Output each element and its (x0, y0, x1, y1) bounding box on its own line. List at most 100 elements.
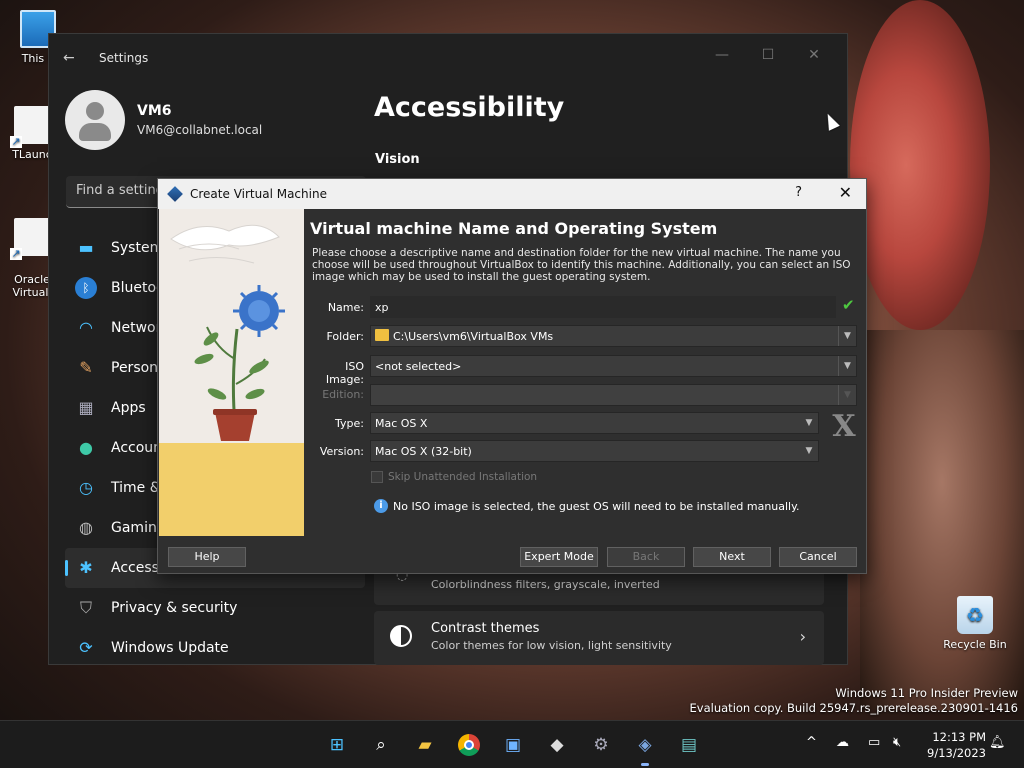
start-icon[interactable]: ⊞ (323, 731, 351, 759)
page-title: Accessibility (374, 92, 565, 123)
wallpaper-detail (850, 0, 990, 330)
sidebar-item-label: Time & (111, 480, 161, 496)
desktop-icon-label: Recycle Bin (943, 638, 1007, 651)
shortcut-icon (10, 106, 50, 148)
virtualbox-app-icon[interactable]: ▤ (675, 731, 703, 759)
chevron-down-icon[interactable]: ▼ (838, 326, 856, 346)
clock-time: 12:13 PM (932, 730, 986, 744)
sidebar-item-windows-update[interactable]: ⟳ Windows Update (65, 628, 365, 668)
expert-mode-button[interactable]: Expert Mode (520, 547, 598, 567)
recycle-bin-icon: ♻ (957, 596, 993, 634)
shortcut-icon (10, 218, 50, 260)
wizard-illustration (159, 209, 304, 536)
checkbox-box (371, 471, 383, 483)
user-profile[interactable]: VM6 VM6@collabnet.local (65, 90, 262, 150)
card-subtitle: Colorblindness filters, grayscale, inver… (431, 578, 660, 591)
apps-icon: ▦ (78, 398, 94, 417)
bluetooth-icon: ᛒ (75, 277, 97, 299)
section-heading: Vision (375, 152, 420, 167)
info-message: i No ISO image is selected, the guest OS… (374, 499, 800, 513)
taskbar-clock[interactable]: 12:13 PM 9/13/2023 (927, 729, 986, 761)
type-label: Type: (335, 417, 364, 430)
wizard-description: Please choose a descriptive name and des… (312, 247, 851, 283)
type-select[interactable]: Mac OS X ▼ (370, 412, 819, 434)
valid-check-icon: ✔ (842, 296, 855, 314)
edition-label: Edition: (322, 388, 364, 401)
wizard-heading: Virtual machine Name and Operating Syste… (310, 219, 718, 238)
avatar (65, 90, 125, 150)
help-icon[interactable]: ? (795, 185, 802, 200)
card-title: Contrast themes (431, 621, 540, 636)
minimize-icon[interactable]: — (699, 40, 745, 70)
iso-label: ISO Image: (325, 360, 364, 386)
accessibility-icon: ✱ (79, 558, 93, 577)
iso-select[interactable]: <not selected> ▼ (370, 355, 857, 377)
chevron-down-icon[interactable]: ▼ (800, 441, 818, 461)
folder-select[interactable]: C:\Users\vm6\VirtualBox VMs ▼ (370, 325, 857, 347)
wifi-icon: ◠ (79, 318, 93, 337)
chevron-down-icon[interactable]: ▼ (800, 413, 818, 433)
user-name: VM6 (137, 103, 172, 119)
dialog-title: Create Virtual Machine (190, 187, 327, 201)
iso-value: <not selected> (375, 360, 462, 373)
close-icon[interactable]: ✕ (839, 183, 852, 202)
display-icon[interactable]: ▭ (868, 735, 880, 750)
roblox-icon[interactable]: ◆ (543, 731, 571, 759)
windows-watermark: Windows 11 Pro Insider Preview Evaluatio… (690, 686, 1018, 716)
watermark-line1: Windows 11 Pro Insider Preview (835, 686, 1018, 700)
edition-select: ▼ (370, 384, 857, 406)
version-value: Mac OS X (32-bit) (375, 445, 472, 458)
create-vm-dialog: Create Virtual Machine ? ✕ Virtual machi… (157, 178, 867, 574)
search-icon[interactable]: ⌕ (367, 731, 395, 759)
notification-bell-icon[interactable]: 🔔︎ (989, 735, 1006, 750)
gamepad-icon: ◍ (79, 518, 93, 537)
volume-muted-icon[interactable]: 🔇︎ (893, 735, 901, 750)
file-explorer-icon[interactable]: ▰ (411, 731, 439, 759)
next-button[interactable]: Next (693, 547, 771, 567)
sidebar-item-privacy[interactable]: ⛉ Privacy & security (65, 588, 365, 628)
info-icon: i (374, 499, 388, 513)
macos-x-icon: X (832, 409, 856, 444)
network-offline-icon[interactable]: ☁ (836, 735, 849, 750)
back-arrow-icon[interactable]: ← (63, 50, 83, 66)
account-icon: ● (79, 438, 93, 457)
help-button[interactable]: Help (168, 547, 246, 567)
taskbar: ⊞ ⌕ ▰ ▣ ◆ ⚙ ◈ ▤ ^ ☁ ▭ 🔇︎ 12:13 PM 9/13/2… (0, 720, 1024, 768)
settings-title: Settings (99, 51, 149, 65)
name-label: Name: (327, 301, 364, 314)
flower-pot-illustration (170, 224, 285, 441)
maximize-icon[interactable]: ☐ (745, 40, 791, 70)
chevron-right-icon: › (799, 627, 806, 646)
sidebar-item-label: Apps (111, 400, 146, 416)
card-subtitle: Color themes for low vision, light sensi… (431, 639, 672, 652)
update-icon: ⟳ (79, 638, 93, 657)
virtualbox-icon[interactable]: ◈ (631, 731, 659, 766)
brush-icon: ✎ (79, 358, 93, 377)
store-icon[interactable]: ▣ (499, 731, 527, 759)
sidebar-item-label: System (111, 240, 164, 256)
info-text: No ISO image is selected, the guest OS w… (393, 499, 800, 513)
version-label: Version: (319, 445, 364, 458)
wallpaper-detail-lower (860, 330, 1024, 710)
monitor-icon: ▬ (78, 238, 94, 257)
chevron-down-icon: ▼ (838, 385, 856, 405)
cancel-button[interactable]: Cancel (779, 547, 857, 567)
back-button: Back (607, 547, 685, 567)
folder-icon (375, 329, 389, 341)
name-field[interactable]: xp (370, 296, 836, 318)
dialog-titlebar: Create Virtual Machine (158, 179, 866, 209)
folder-label: Folder: (326, 330, 364, 343)
watermark-line2: Evaluation copy. Build 25947.rs_prerelea… (689, 701, 1018, 715)
desktop-icon-recycle-bin[interactable]: ♻ Recycle Bin (940, 596, 1010, 651)
sidebar-item-label: Windows Update (111, 640, 229, 656)
settings-gear-icon[interactable]: ⚙ (587, 731, 615, 759)
shield-icon: ⛉ (79, 598, 92, 617)
type-value: Mac OS X (375, 417, 428, 430)
chrome-icon[interactable] (455, 731, 483, 759)
sidebar-item-label: Privacy & security (111, 600, 238, 616)
version-select[interactable]: Mac OS X (32-bit) ▼ (370, 440, 819, 462)
close-icon[interactable]: ✕ (791, 40, 837, 70)
contrast-themes-card[interactable]: Contrast themes Color themes for low vis… (374, 611, 824, 665)
chevron-down-icon[interactable]: ▼ (838, 356, 856, 376)
chevron-up-icon[interactable]: ^ (806, 735, 817, 750)
